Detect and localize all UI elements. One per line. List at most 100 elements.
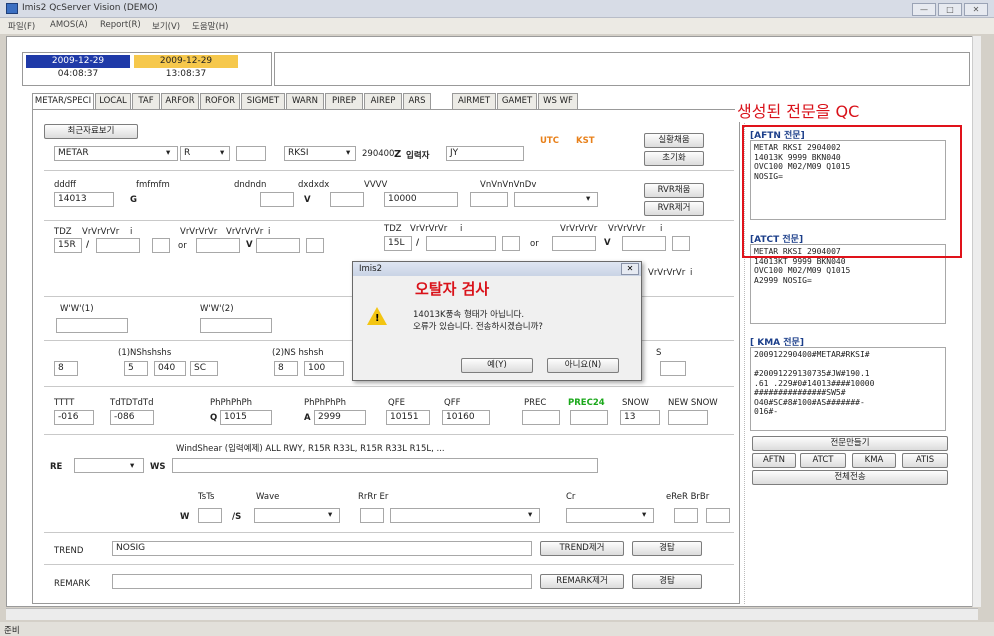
rvr-remove-button[interactable]: RVR제거 [644, 201, 704, 216]
cr-select[interactable] [566, 508, 654, 523]
tsts-field[interactable] [198, 508, 222, 523]
dn-field[interactable] [260, 192, 294, 207]
rvr-fill-button[interactable]: RVR채움 [644, 183, 704, 198]
remark-ok-button[interactable]: 경탑 [632, 574, 702, 589]
windshear-field[interactable] [172, 458, 598, 473]
ww2-field[interactable] [200, 318, 272, 333]
recent-data-button[interactable]: 최근자료보기 [44, 124, 138, 139]
rvr-field[interactable] [622, 236, 666, 251]
tab-taf[interactable]: TAF [132, 93, 160, 109]
ww1-field[interactable] [56, 318, 128, 333]
cloud-h1-field[interactable]: 040 [154, 361, 186, 376]
info-panel [274, 52, 970, 86]
tab-warn[interactable]: WARN [286, 93, 324, 109]
tab-pirep[interactable]: PIREP [325, 93, 363, 109]
menu-amos[interactable]: AMOS(A) [50, 20, 88, 30]
qnh-field[interactable]: 1015 [220, 410, 272, 425]
tab-local[interactable]: LOCAL [95, 93, 131, 109]
rvr-field[interactable] [256, 238, 300, 253]
cloud-ns1-field[interactable]: 5 [124, 361, 148, 376]
tab-ars[interactable]: ARS [403, 93, 431, 109]
cloud-n1-field[interactable]: 8 [54, 361, 78, 376]
dialog-message-1: 14013K풍속 형태가 아닙니다. [413, 310, 525, 320]
menu-file[interactable]: 파일(F) [8, 20, 35, 32]
aftn-button[interactable]: AFTN [752, 453, 796, 468]
rvr-field[interactable] [552, 236, 596, 251]
qfe-field[interactable]: 10151 [386, 410, 430, 425]
close-button[interactable]: ✕ [964, 3, 988, 16]
alt-field[interactable]: 2999 [314, 410, 366, 425]
dialog-yes-button[interactable]: 예(Y) [461, 358, 533, 373]
temp-field[interactable]: -016 [54, 410, 94, 425]
new-snow-label: NEW SNOW [668, 398, 718, 408]
label-vnvn: VnVnVnVnDv [480, 180, 537, 190]
atis-button[interactable]: ATIS [902, 453, 948, 468]
tdz-field[interactable]: 15L [384, 236, 412, 251]
menu-help[interactable]: 도움말(H) [192, 20, 228, 32]
prec24-field[interactable] [570, 410, 608, 425]
tab-ws-wf[interactable]: WS WF [538, 93, 578, 109]
prec-field[interactable] [522, 410, 560, 425]
tab-gamet[interactable]: GAMET [497, 93, 537, 109]
init-button[interactable]: 초기화 [644, 151, 704, 166]
send-all-button[interactable]: 전체전송 [752, 470, 948, 485]
fill-current-button[interactable]: 실황채움 [644, 133, 704, 148]
kma-button[interactable]: KMA [852, 453, 896, 468]
tdz-field[interactable]: 15R [54, 238, 82, 253]
cloud-c1-field[interactable]: SC [190, 361, 218, 376]
brbr-field[interactable] [706, 508, 730, 523]
dewpoint-field[interactable]: -086 [110, 410, 154, 425]
cloud-n2-field[interactable]: 8 [274, 361, 298, 376]
i-field[interactable] [306, 238, 324, 253]
tab-rofor[interactable]: ROFOR [200, 93, 240, 109]
author-field[interactable]: JY [446, 146, 524, 161]
i-field[interactable] [672, 236, 690, 251]
maximize-button[interactable]: □ [938, 3, 962, 16]
tab-arfor[interactable]: ARFOR [161, 93, 199, 109]
tab-airmet[interactable]: AIRMET [452, 93, 496, 109]
prec24-label: PREC24 [568, 398, 605, 408]
cloud-extra-field[interactable] [660, 361, 686, 376]
vn-field[interactable] [470, 192, 508, 207]
qff-field[interactable]: 10160 [442, 410, 490, 425]
kma-message[interactable]: 200912290400#METAR#RKSI# #20091229130735… [750, 347, 946, 431]
atct-button[interactable]: ATCT [800, 453, 846, 468]
snow-field[interactable]: 13 [620, 410, 660, 425]
rvr-field[interactable] [426, 236, 496, 251]
report-type-select[interactable]: METAR [54, 146, 178, 161]
flag-field[interactable] [236, 146, 266, 161]
remark-field[interactable] [112, 574, 532, 589]
divider [44, 170, 734, 171]
visibility-field[interactable]: 10000 [384, 192, 458, 207]
rrrr-field[interactable] [360, 508, 384, 523]
cloud-h2-field[interactable]: 100 [304, 361, 344, 376]
rvr-field[interactable] [96, 238, 140, 253]
tab-airep[interactable]: AIREP [364, 93, 402, 109]
dialog-no-button[interactable]: 아니요(N) [547, 358, 619, 373]
tab-sigmet[interactable]: SIGMET [241, 93, 285, 109]
wind-field[interactable]: 14013 [54, 192, 114, 207]
label-dxdxdx: dxdxdx [298, 180, 330, 190]
chevron-down-icon: ▾ [328, 510, 333, 520]
vertical-scrollbar[interactable] [972, 36, 981, 607]
i-field[interactable] [152, 238, 170, 253]
menu-view[interactable]: 보기(V) [152, 20, 180, 32]
tab-metar-speci[interactable]: METAR/SPECI [32, 93, 94, 110]
ws-label: WS [150, 462, 166, 472]
menu-report[interactable]: Report(R) [100, 20, 141, 30]
horizontal-scrollbar[interactable] [6, 608, 978, 620]
trend-ok-button[interactable]: 경탑 [632, 541, 702, 556]
rvr-field[interactable] [196, 238, 240, 253]
dx-field[interactable] [330, 192, 364, 207]
minimize-button[interactable]: — [912, 3, 936, 16]
er-select[interactable] [390, 508, 540, 523]
trend-field[interactable]: NOSIG [112, 541, 532, 556]
dialog-close-button[interactable]: ✕ [621, 263, 639, 275]
make-message-button[interactable]: 전문만들기 [752, 436, 948, 451]
s-label: /S [232, 512, 242, 522]
erer-field[interactable] [674, 508, 698, 523]
trend-remove-button[interactable]: TREND제거 [540, 541, 624, 556]
i-field[interactable] [502, 236, 520, 251]
new-snow-field[interactable] [668, 410, 708, 425]
remark-remove-button[interactable]: REMARK제거 [540, 574, 624, 589]
